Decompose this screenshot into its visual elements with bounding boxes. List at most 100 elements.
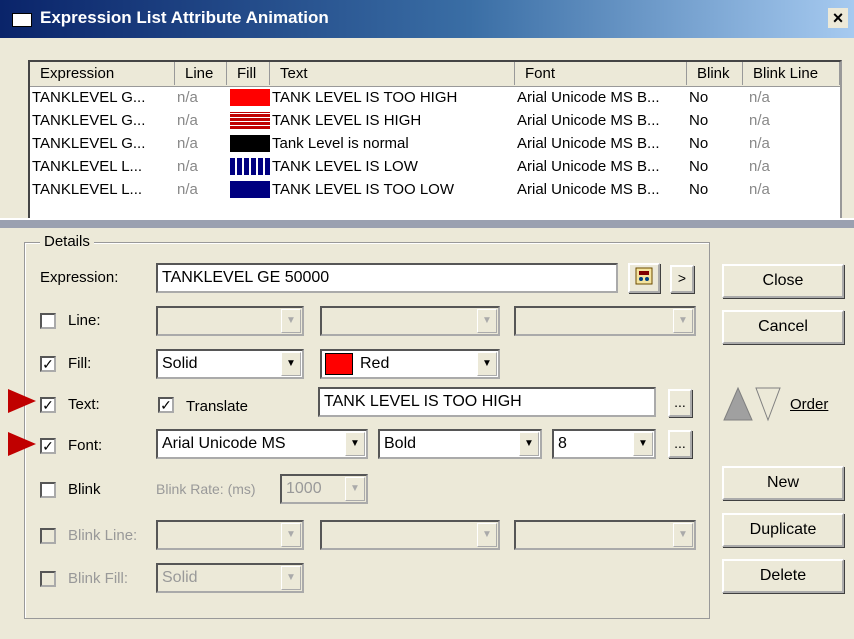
text-checkbox[interactable]: ✓ <box>40 397 56 413</box>
translate-checkbox[interactable]: ✓ <box>158 397 174 413</box>
fill-style-combo[interactable]: Solid ▼ <box>156 349 304 379</box>
expression-editor-button[interactable] <box>628 263 660 293</box>
list-row[interactable]: TANKLEVEL L... n/a TANK LEVEL IS LOW Arial … <box>30 155 840 178</box>
font-label: Font: <box>68 437 103 454</box>
font-checkbox[interactable]: ✓ <box>40 438 56 454</box>
chevron-down-icon: ▼ <box>345 477 365 501</box>
column-header-blink[interactable]: Blink <box>687 62 743 85</box>
cell-blink: No <box>689 135 709 152</box>
order-buttons[interactable] <box>722 386 782 422</box>
font-style-value: Bold <box>384 435 417 452</box>
text-browse-button[interactable]: ... <box>668 389 692 417</box>
column-header-expression[interactable]: Expression <box>30 62 175 85</box>
column-header-font[interactable]: Font <box>515 62 687 85</box>
cell-font: Arial Unicode MS B... <box>517 181 660 198</box>
fill-swatch <box>230 112 270 129</box>
blink-fill-value: Solid <box>162 569 198 586</box>
fill-swatch <box>230 158 270 175</box>
cell-text: TANK LEVEL IS TOO LOW <box>272 181 454 198</box>
fill-style-value: Solid <box>162 355 198 372</box>
splitter[interactable] <box>0 218 854 228</box>
cell-font: Arial Unicode MS B... <box>517 89 660 106</box>
cell-text: TANK LEVEL IS HIGH <box>272 112 422 129</box>
chevron-down-icon: ▼ <box>477 523 497 547</box>
text-input[interactable]: TANK LEVEL IS TOO HIGH <box>318 387 656 417</box>
chevron-down-icon: ▼ <box>477 309 497 333</box>
blink-checkbox[interactable] <box>40 482 56 498</box>
cell-expression: TANKLEVEL L... <box>32 181 143 198</box>
blink-line-checkbox[interactable] <box>40 528 56 544</box>
new-button[interactable]: New <box>722 466 844 500</box>
cell-blink-line: n/a <box>749 135 770 152</box>
duplicate-button[interactable]: Duplicate <box>722 513 844 547</box>
fill-color-combo[interactable]: Red ▼ <box>320 349 500 379</box>
order-label: Order <box>790 396 829 413</box>
cell-text: Tank Level is normal <box>272 135 409 152</box>
list-header: Expression Line Fill Text Font Blink Bli… <box>30 62 840 87</box>
cell-expression: TANKLEVEL G... <box>32 89 146 106</box>
blink-line-style-combo[interactable]: ▼ <box>156 520 304 550</box>
cell-text: TANK LEVEL IS LOW <box>272 158 418 175</box>
font-name-value: Arial Unicode MS <box>162 435 286 452</box>
line-label: Line: <box>68 312 101 329</box>
list-row[interactable]: TANKLEVEL G... n/a TANK LEVEL IS HIGH Arial… <box>30 109 840 132</box>
title-bar: Expression List Attribute Animation × <box>0 0 854 38</box>
blink-rate-combo[interactable]: 1000 ▼ <box>280 474 368 504</box>
cell-text: TANK LEVEL IS TOO HIGH <box>272 89 458 106</box>
column-header-blink-line[interactable]: Blink Line <box>743 62 840 85</box>
cell-blink: No <box>689 89 709 106</box>
cell-blink-line: n/a <box>749 158 770 175</box>
delete-button[interactable]: Delete <box>722 559 844 593</box>
expression-list[interactable]: Expression Line Fill Text Font Blink Bli… <box>28 60 842 220</box>
column-header-line[interactable]: Line <box>175 62 227 85</box>
line-style-combo[interactable]: ▼ <box>156 306 304 336</box>
font-size-combo[interactable]: 8 ▼ <box>552 429 656 459</box>
column-header-text[interactable]: Text <box>270 62 515 85</box>
fill-color-swatch <box>325 353 353 375</box>
cell-blink-line: n/a <box>749 112 770 129</box>
line-color-combo[interactable]: ▼ <box>320 306 500 336</box>
details-legend: Details <box>40 233 94 250</box>
blink-fill-label: Blink Fill: <box>68 570 129 587</box>
cell-blink: No <box>689 181 709 198</box>
translate-label: Translate <box>186 398 248 415</box>
chevron-down-icon: ▼ <box>345 432 365 456</box>
font-name-combo[interactable]: Arial Unicode MS ▼ <box>156 429 368 459</box>
blink-rate-value: 1000 <box>286 480 322 497</box>
list-row[interactable]: TANKLEVEL G... n/a TANK LEVEL IS TOO HIGH A… <box>30 86 840 109</box>
chevron-down-icon: ▼ <box>281 309 301 333</box>
line-checkbox[interactable] <box>40 313 56 329</box>
chevron-down-icon: ▼ <box>519 432 539 456</box>
column-header-fill[interactable]: Fill <box>227 62 270 85</box>
font-browse-button[interactable]: ... <box>668 430 692 458</box>
chevron-down-icon: ▼ <box>281 523 301 547</box>
list-row[interactable]: TANKLEVEL L... n/a TANK LEVEL IS TOO LOW Ar… <box>30 178 840 201</box>
blink-line-color-combo[interactable]: ▼ <box>320 520 500 550</box>
font-style-combo[interactable]: Bold ▼ <box>378 429 542 459</box>
blink-line-width-combo[interactable]: ▼ <box>514 520 696 550</box>
chevron-down-icon: ▼ <box>281 352 301 376</box>
fill-swatch <box>230 89 270 106</box>
font-size-value: 8 <box>558 435 567 452</box>
fill-color-value: Red <box>360 355 390 372</box>
close-window-button[interactable]: × <box>828 8 848 28</box>
blink-fill-checkbox[interactable] <box>40 571 56 587</box>
cell-font: Arial Unicode MS B... <box>517 112 660 129</box>
chevron-down-icon: ▼ <box>673 523 693 547</box>
blink-fill-combo[interactable]: Solid ▼ <box>156 563 304 593</box>
close-button[interactable]: Close <box>722 264 844 298</box>
line-width-combo[interactable]: ▼ <box>514 306 696 336</box>
cancel-button[interactable]: Cancel <box>722 310 844 344</box>
expression-input[interactable]: TANKLEVEL GE 50000 <box>156 263 618 293</box>
font-indicator-arrow-icon <box>8 432 36 456</box>
chevron-down-icon: ▼ <box>673 309 693 333</box>
blink-line-label: Blink Line: <box>68 527 138 544</box>
text-indicator-arrow-icon <box>8 389 36 413</box>
list-row[interactable]: TANKLEVEL G... n/a Tank Level is normal Ari… <box>30 132 840 155</box>
fill-swatch <box>230 135 270 152</box>
fill-checkbox[interactable]: ✓ <box>40 356 56 372</box>
expression-menu-button[interactable]: > <box>670 265 694 293</box>
cell-expression: TANKLEVEL G... <box>32 112 146 129</box>
chevron-down-icon: ▼ <box>281 566 301 590</box>
order-arrows-icon <box>723 386 781 422</box>
